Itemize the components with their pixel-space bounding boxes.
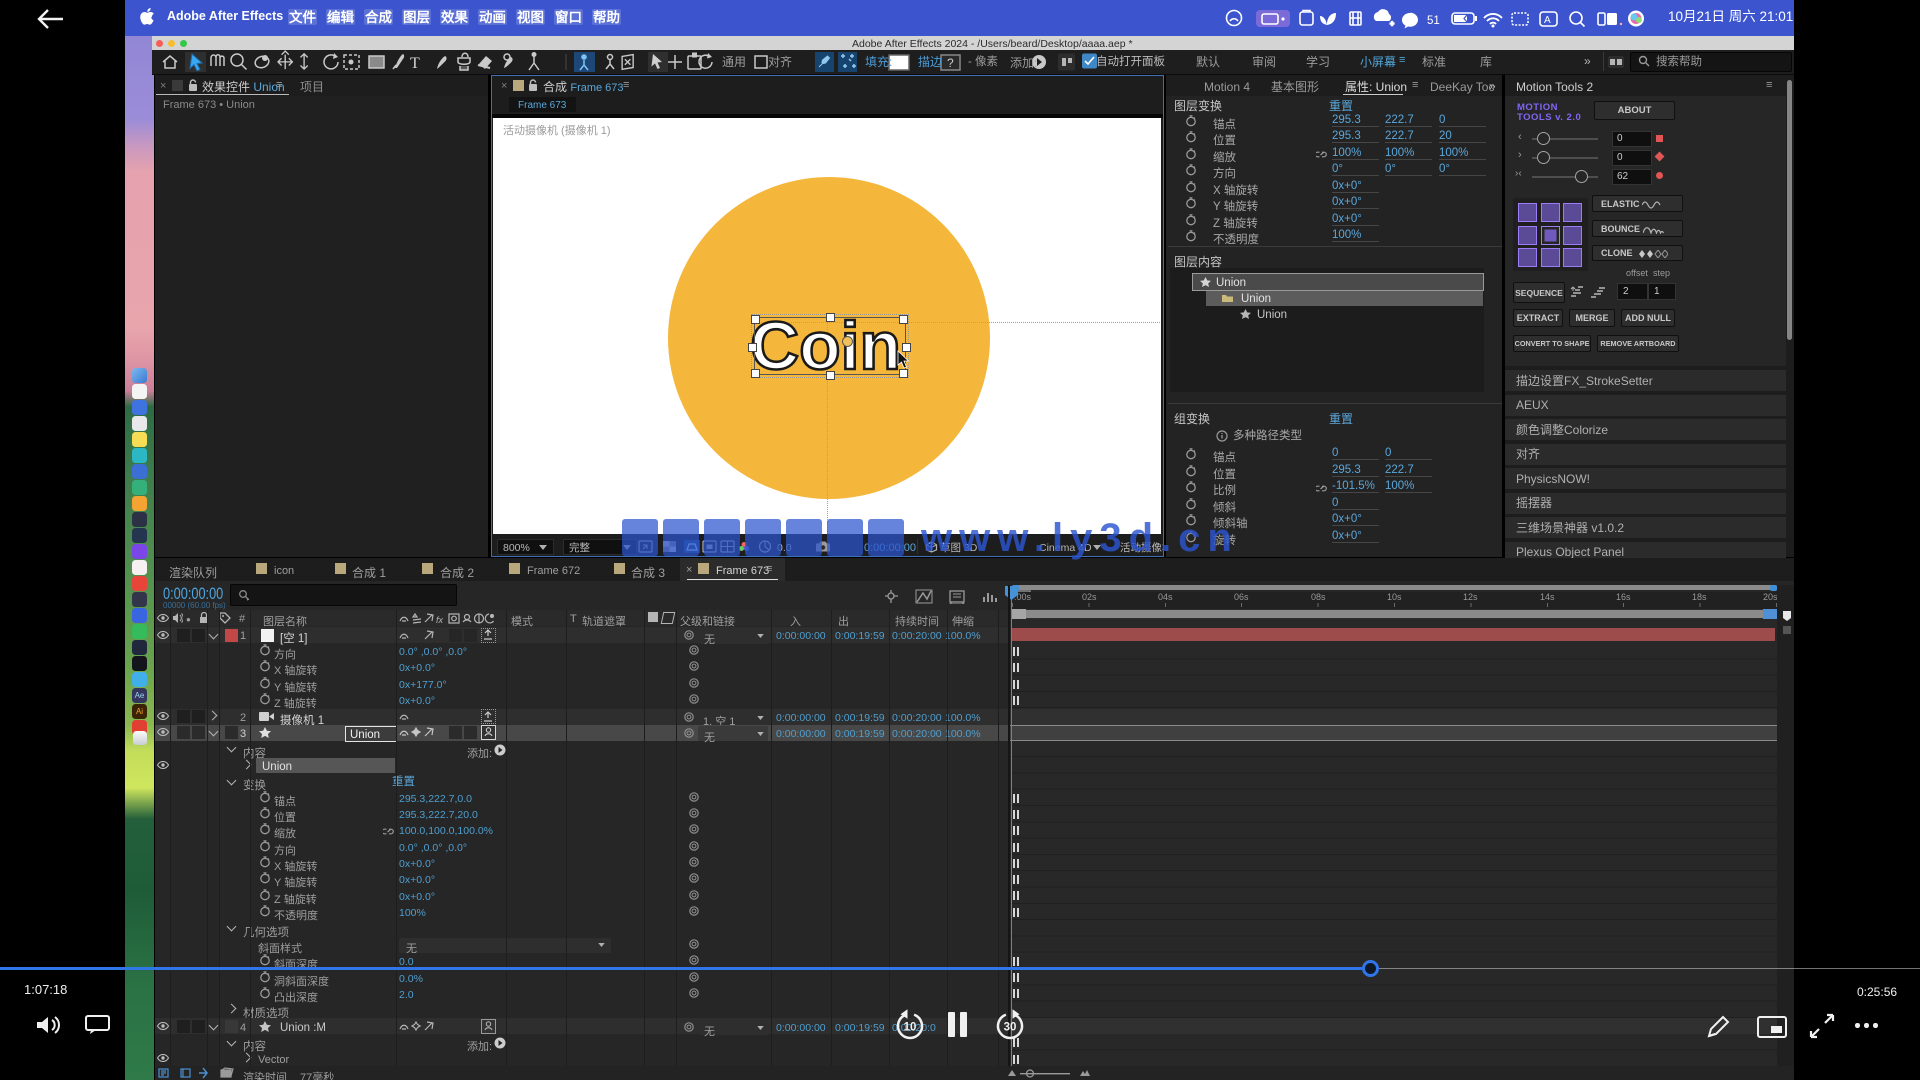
svg-text:?: ? (947, 56, 954, 70)
svg-text:A: A (1544, 15, 1551, 26)
svg-text:30: 30 (1004, 1022, 1017, 1034)
svg-text:+: + (1390, 21, 1394, 28)
svg-text:fx: fx (436, 615, 444, 625)
svg-text:10: 10 (904, 1022, 917, 1034)
svg-text:51: 51 (1427, 15, 1440, 27)
svg-text:T: T (410, 55, 420, 72)
